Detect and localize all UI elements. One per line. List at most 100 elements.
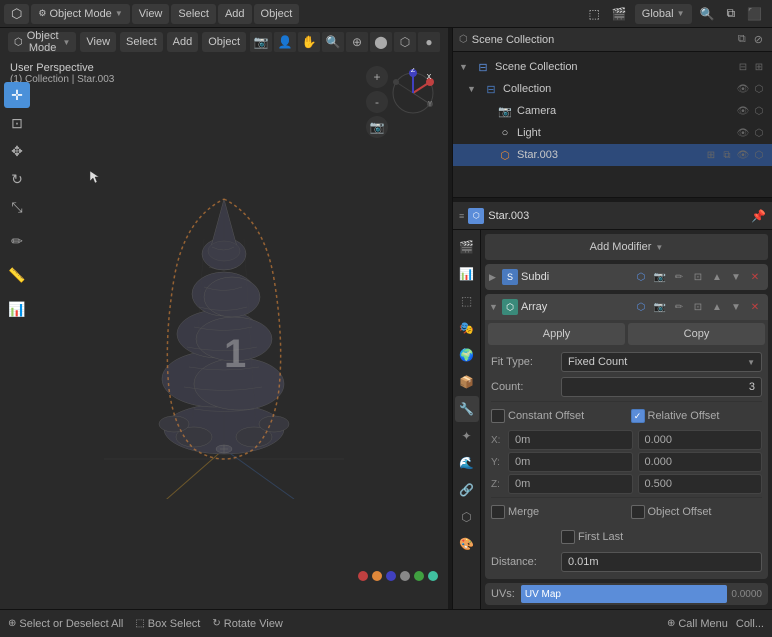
side-tab-output[interactable]: 📊 [455,261,479,287]
side-tab-data[interactable]: ⬡ [455,504,479,530]
global-btn[interactable]: Global ▼ [635,4,692,24]
x-right-value[interactable]: 0.000 [638,430,763,450]
subdi-cage-btn[interactable]: ⊡ [689,267,707,287]
search-icon[interactable]: 🔍 [696,5,719,23]
array-remove-btn[interactable]: ✕ [746,297,764,317]
side-tab-constraints[interactable]: 🔗 [455,477,479,503]
subdi-render-btn[interactable]: 📷 [651,267,669,287]
chart-tool-btn[interactable]: 📊 [4,296,30,322]
measure-tool-btn[interactable]: 📏 [4,262,30,288]
viewport-axis-icon[interactable]: ⊕ [346,32,368,52]
outliner-item-scene-collection[interactable]: ▼ ⊟ Scene Collection ⊟ ⊞ [453,56,772,78]
dot-z[interactable] [386,571,396,581]
select-menu-btn[interactable]: Select [171,4,216,24]
select-tool-btn[interactable]: ⊡ [4,110,30,136]
side-tab-object[interactable]: 📦 [455,369,479,395]
array-up-btn[interactable]: ▲ [708,297,726,317]
rotate-tool-btn[interactable]: ↻ [4,166,30,192]
select-deselect-btn[interactable]: ⊕ Select or Deselect All [8,618,123,630]
relative-offset-item[interactable]: Relative Offset [631,409,763,423]
x-left-value[interactable]: 0m [508,430,633,450]
viewport-sphere-icon[interactable]: ⬤ [370,32,392,52]
y-left-value[interactable]: 0m [508,452,633,472]
viewport-shading-btn[interactable]: ⬡ Object Mode ▼ [8,32,76,52]
modifier-array-header[interactable]: ▼ ⬡ Array ⬡ 📷 ✏ ⊡ ▲ ▼ ✕ [485,294,768,320]
box-select-btn[interactable]: ⬚ Box Select [135,618,200,630]
move-tool-btn[interactable]: ✥ [4,138,30,164]
viewport-camera-icon[interactable]: 📷 [250,32,272,52]
cursor-tool-btn[interactable]: ✛ [4,82,30,108]
object-mode-btn[interactable]: ⚙ Object Mode ▼ [31,4,129,24]
rotate-view-btn[interactable]: ↻ Rotate View [212,618,283,630]
viewport-person-icon[interactable]: 👤 [274,32,296,52]
first-last-item[interactable]: First Last [561,530,762,544]
annotate-tool-btn[interactable]: ✏ [4,228,30,254]
filter-icon[interactable]: ⧉ [722,4,739,23]
array-cage-btn[interactable]: ⊡ [689,297,707,317]
outliner-item-light[interactable]: ○ Light 👁 ⬡ [453,122,772,144]
constant-offset-checkbox[interactable] [491,409,505,423]
object-offset-checkbox[interactable] [631,505,645,519]
z-right-value[interactable]: 0.500 [638,474,763,494]
side-tab-particles[interactable]: ✦ [455,423,479,449]
dot-extra[interactable] [428,571,438,581]
view-menu-btn[interactable]: View [132,4,170,24]
object-menu-btn[interactable]: Object [254,4,300,24]
array-realtime-btn[interactable]: ⬡ [632,297,650,317]
relative-offset-checkbox[interactable] [631,409,645,423]
axis-gizmo[interactable]: X Y Z [388,68,438,118]
array-edit-btn[interactable]: ✏ [670,297,688,317]
overlay-icon[interactable]: ⬛ [743,5,766,23]
coll-btn[interactable]: Coll... [736,618,764,630]
subdi-edit-btn[interactable]: ✏ [670,267,688,287]
scene-icon[interactable]: 🎬 [608,5,631,23]
side-tab-physics[interactable]: 🌊 [455,450,479,476]
uvs-input[interactable]: UV Map [521,585,728,603]
constant-offset-item[interactable]: Constant Offset [491,409,623,423]
side-tab-render[interactable]: 🎬 [455,234,479,260]
dot-misc[interactable] [400,571,410,581]
count-value[interactable]: 3 [561,377,762,397]
array-down-btn[interactable]: ▼ [727,297,745,317]
first-last-checkbox[interactable] [561,530,575,544]
dot-x[interactable] [358,571,368,581]
prop-pin-btn[interactable]: 📌 [751,209,766,223]
dot-origin[interactable] [372,571,382,581]
viewport-select-btn[interactable]: Select [120,32,163,52]
side-tab-material[interactable]: 🎨 [455,531,479,557]
object-offset-item[interactable]: Object Offset [631,505,763,519]
outliner-item-collection[interactable]: ▼ ⊟ Collection 👁 ⬡ [453,78,772,100]
viewport-view-btn[interactable]: View [80,32,116,52]
outliner-item-camera[interactable]: 📷 Camera 👁 ⬡ [453,100,772,122]
camera-view-btn[interactable]: 📷 [366,116,388,138]
side-tab-view-layer[interactable]: ⬚ [455,288,479,314]
outliner-item-star003[interactable]: ⬡ Star.003 ⊞ ⧉ 👁 ⬡ [453,144,772,166]
merge-item[interactable]: Merge [491,505,623,519]
viewport-object-btn[interactable]: Object [202,32,246,52]
viewport[interactable]: ⬡ Object Mode ▼ View Select Add Object [0,28,448,609]
merge-checkbox[interactable] [491,505,505,519]
viewport-solid-icon[interactable]: ● [418,32,440,52]
call-menu-btn[interactable]: ⊕ Call Menu [667,618,728,630]
zoom-out-btn[interactable]: - [366,91,388,113]
subdi-down-btn[interactable]: ▼ [727,267,745,287]
workspaces-icon[interactable]: ⬚ [585,5,604,23]
blender-icon-btn[interactable]: ⬡ [4,4,29,24]
outliner-filter-btn[interactable]: ⧉ [735,32,749,47]
viewport-zoom-icon[interactable]: 🔍 [322,32,344,52]
fit-type-value[interactable]: Fixed Count ▼ [561,352,762,372]
add-menu-btn[interactable]: Add [218,4,252,24]
zoom-in-btn[interactable]: + [366,66,388,88]
side-tab-world[interactable]: 🌍 [455,342,479,368]
side-tab-scene[interactable]: 🎭 [455,315,479,341]
distance-value[interactable]: 0.01m [561,552,762,572]
viewport-hand-icon[interactable]: ✋ [298,32,320,52]
side-tab-modifier[interactable]: 🔧 [455,396,479,422]
outliner-search-btn[interactable]: ⊘ [751,32,766,47]
viewport-add-btn[interactable]: Add [167,32,199,52]
z-left-value[interactable]: 0m [508,474,633,494]
dot-y[interactable] [414,571,424,581]
scale-tool-btn[interactable]: ⤡ [4,194,30,220]
apply-btn[interactable]: Apply [488,323,625,345]
subdi-up-btn[interactable]: ▲ [708,267,726,287]
